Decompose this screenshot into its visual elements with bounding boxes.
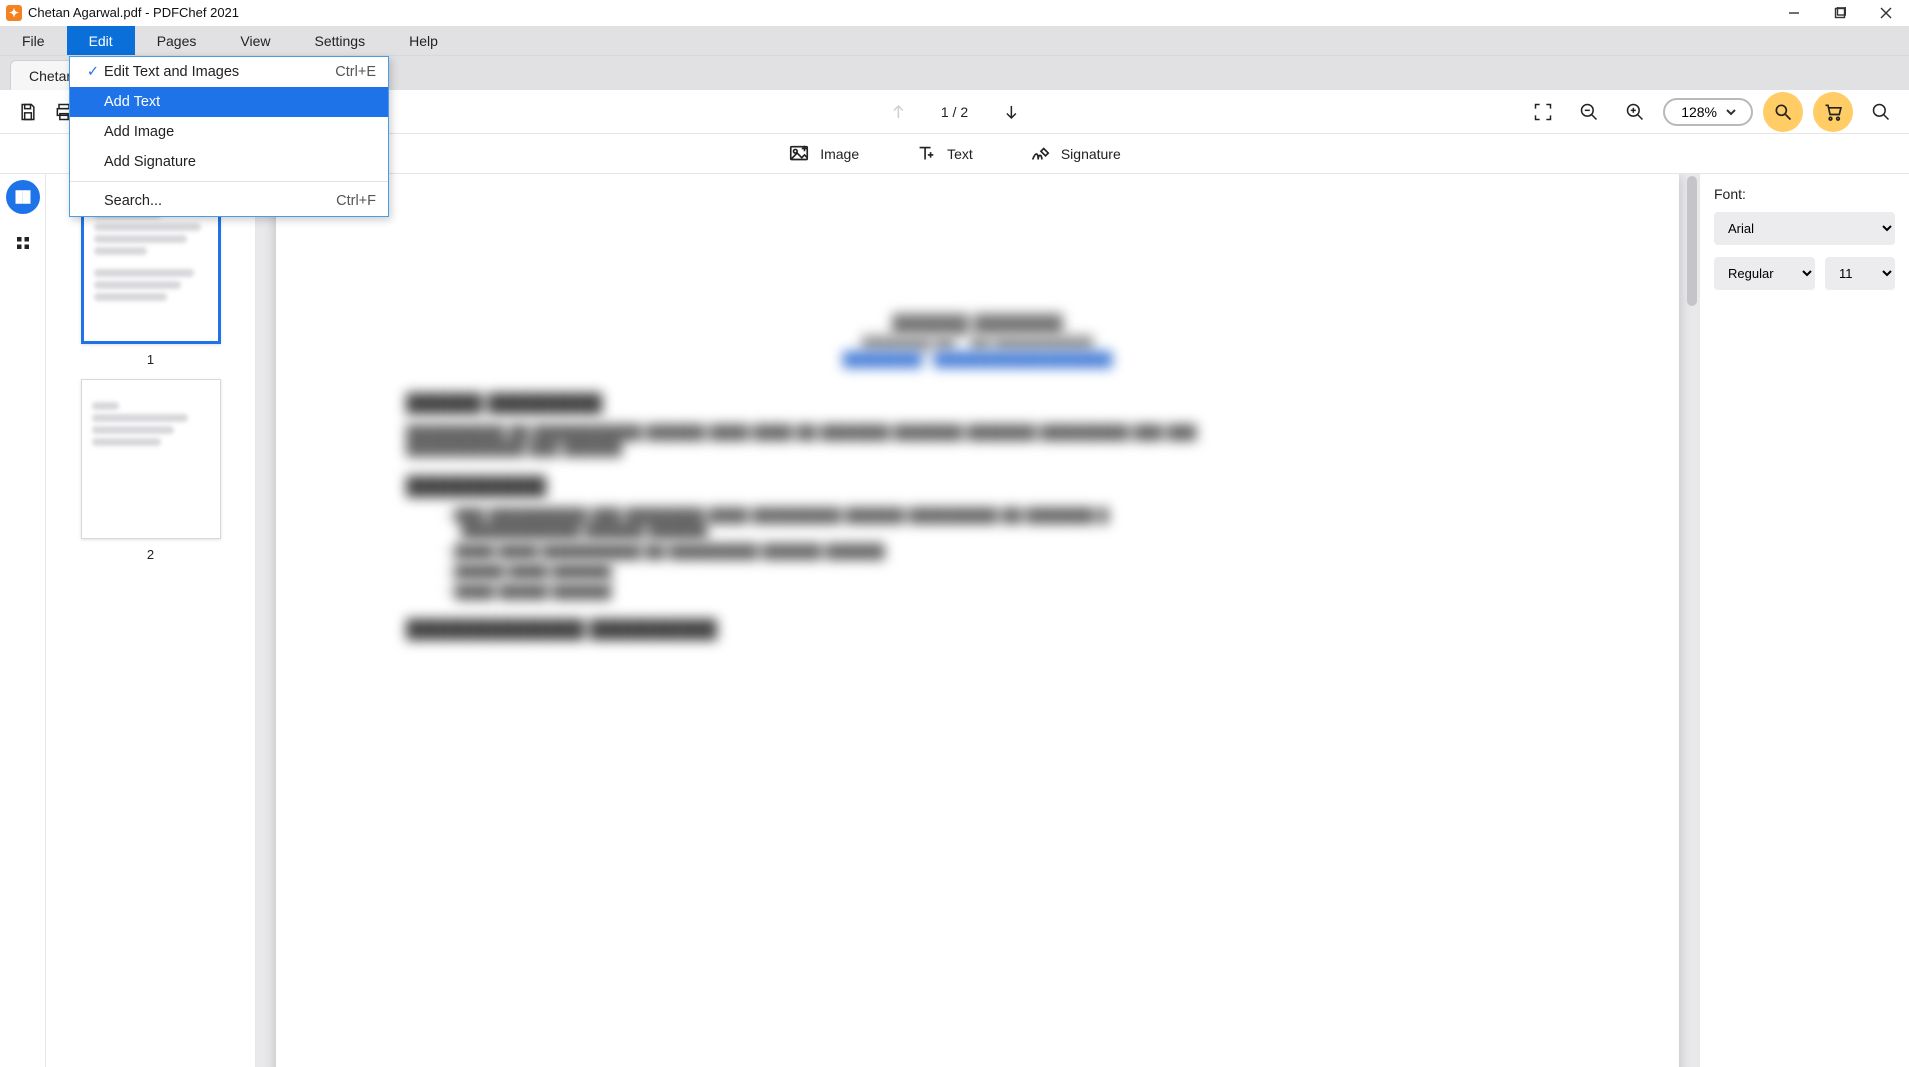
insert-text-label: Text [947, 146, 973, 162]
minimize-button[interactable] [1771, 0, 1817, 26]
menu-add-signature[interactable]: Add Signature [70, 147, 388, 177]
zoom-out-icon [1579, 102, 1599, 122]
zoom-in-icon [1625, 102, 1645, 122]
insert-signature-label: Signature [1061, 146, 1121, 162]
left-rail [0, 174, 46, 1067]
arrow-up-icon [889, 103, 907, 121]
panel-icon [14, 188, 32, 206]
zoom-dropdown[interactable]: 128% [1663, 98, 1753, 126]
zoom-out-button[interactable] [1571, 94, 1607, 130]
menu-add-text[interactable]: Add Text [70, 87, 388, 117]
prev-page-button[interactable] [883, 97, 913, 127]
vertical-scrollbar[interactable] [1687, 176, 1697, 306]
save-button[interactable] [10, 94, 46, 130]
menu-edit[interactable]: Edit [67, 26, 135, 55]
grid-view-button[interactable] [6, 226, 40, 260]
thumbnail-label-2: 2 [66, 547, 235, 562]
cart-icon [1823, 102, 1843, 122]
page-1[interactable]: ██████ ███████ ███████ ██ ██ ██████████ … [276, 174, 1679, 1067]
zoom-value: 128% [1681, 104, 1717, 120]
expand-icon [1533, 102, 1553, 122]
title-bar: ✦ Chetan Agarwal.pdf - PDFChef 2021 [0, 0, 1909, 26]
image-icon [788, 143, 810, 165]
font-size-select[interactable]: 11 [1825, 257, 1895, 290]
insert-image-label: Image [820, 146, 859, 162]
menu-divider [70, 181, 388, 182]
document-canvas[interactable]: ██████ ███████ ███████ ██ ██ ██████████ … [256, 174, 1699, 1067]
menu-help[interactable]: Help [387, 26, 460, 55]
insert-image-button[interactable]: Image [788, 143, 859, 165]
menu-settings[interactable]: Settings [292, 26, 387, 55]
menu-search[interactable]: Search... Ctrl+F [70, 186, 388, 216]
menu-view[interactable]: View [218, 26, 292, 55]
search-bold-icon [1773, 102, 1793, 122]
fullscreen-button[interactable] [1525, 94, 1561, 130]
font-panel: Font: Arial Regular 11 [1699, 174, 1909, 1067]
thumbnails-toggle[interactable] [6, 180, 40, 214]
menu-edit-text-and-images[interactable]: ✓ Edit Text and Images Ctrl+E [70, 57, 388, 87]
font-weight-select[interactable]: Regular [1714, 257, 1815, 290]
insert-text-button[interactable]: Text [915, 143, 973, 165]
font-panel-title: Font: [1714, 186, 1895, 202]
thumbnail-page-2[interactable] [81, 379, 221, 539]
chevron-down-icon [1725, 106, 1737, 118]
search-button[interactable] [1863, 94, 1899, 130]
check-icon: ✓ [82, 64, 104, 80]
menu-add-image[interactable]: Add Image [70, 117, 388, 147]
zoom-in-button[interactable] [1617, 94, 1653, 130]
page-indicator: 1 / 2 [941, 104, 968, 120]
shop-button[interactable] [1813, 92, 1853, 132]
menu-pages[interactable]: Pages [135, 26, 219, 55]
edit-dropdown-menu: ✓ Edit Text and Images Ctrl+E Add Text A… [69, 56, 389, 217]
search-icon [1871, 102, 1891, 122]
workspace: 1 2 ██████ ███████ ███████ ██ ██ ███████… [0, 174, 1909, 1067]
premium-search-button[interactable] [1763, 92, 1803, 132]
save-icon [18, 102, 38, 122]
window-title: Chetan Agarwal.pdf - PDFChef 2021 [28, 5, 239, 20]
maximize-button[interactable] [1817, 0, 1863, 26]
menu-bar: File Edit Pages View Settings Help [0, 26, 1909, 56]
text-icon [915, 143, 937, 165]
signature-icon [1029, 143, 1051, 165]
thumbnail-panel: 1 2 [46, 174, 256, 1067]
app-icon: ✦ [6, 5, 22, 21]
close-button[interactable] [1863, 0, 1909, 26]
next-page-button[interactable] [996, 97, 1026, 127]
thumbnail-label-1: 1 [66, 352, 235, 367]
arrow-down-icon [1002, 103, 1020, 121]
insert-signature-button[interactable]: Signature [1029, 143, 1121, 165]
grid-icon [14, 234, 32, 252]
menu-file[interactable]: File [0, 26, 67, 55]
font-family-select[interactable]: Arial [1714, 212, 1895, 245]
